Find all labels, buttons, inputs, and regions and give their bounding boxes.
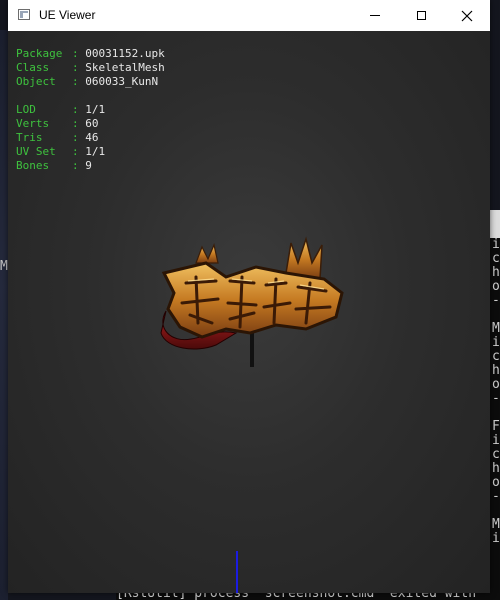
info-tris: Tris: 46 xyxy=(16,131,99,144)
console-line: h xyxy=(492,265,500,280)
console-line: i xyxy=(492,335,500,350)
maximize-icon xyxy=(416,11,426,20)
console-scrollbar[interactable] xyxy=(490,210,500,238)
console-line: o xyxy=(492,377,500,392)
console-line: i xyxy=(492,531,500,546)
console-line: i xyxy=(492,433,500,448)
console-line: c xyxy=(492,251,500,266)
desktop-background xyxy=(0,30,8,600)
title-bar[interactable]: UE Viewer xyxy=(8,0,490,31)
console-line: o xyxy=(492,475,500,490)
minimize-button[interactable] xyxy=(352,0,398,31)
info-lod: LOD: 1/1 xyxy=(16,103,106,116)
window-title: UE Viewer xyxy=(39,8,96,22)
console-line: - xyxy=(492,489,500,504)
mesh-info-overlay: Package: 00031152.upk Class: SkeletalMes… xyxy=(16,47,165,173)
console-line: - xyxy=(492,293,500,308)
desktop-text-fragment: M xyxy=(0,259,8,274)
minimize-icon xyxy=(370,15,380,16)
info-verts: Verts: 60 xyxy=(16,117,99,130)
info-class: Class: SkeletalMesh xyxy=(16,61,165,74)
axis-indicator xyxy=(236,551,238,593)
console-line: i xyxy=(492,237,500,252)
ue-viewer-window: UE Viewer Package: 00031152.upk Class: S… xyxy=(8,0,490,593)
console-line: M xyxy=(492,517,500,532)
console-line: - xyxy=(492,391,500,406)
skeletal-mesh-model xyxy=(160,236,344,367)
info-uvset: UV Set: 1/1 xyxy=(16,145,106,158)
app-window-icon xyxy=(18,9,30,20)
maximize-button[interactable] xyxy=(398,0,444,31)
console-line: h xyxy=(492,461,500,476)
console-line: M xyxy=(492,321,500,336)
console-line: c xyxy=(492,447,500,462)
console-window-strip: i c h o - M i c h o - F i c h o - M i xyxy=(490,210,500,600)
3d-viewport[interactable]: Package: 00031152.upk Class: SkeletalMes… xyxy=(8,31,490,593)
info-object: Object: 060033_KunN xyxy=(16,75,159,88)
info-package: Package: 00031152.upk xyxy=(16,47,165,60)
console-line: h xyxy=(492,363,500,378)
console-line: c xyxy=(492,349,500,364)
close-button[interactable] xyxy=(444,0,490,31)
close-icon xyxy=(461,10,473,21)
console-line: F xyxy=(492,419,500,434)
info-bones: Bones: 9 xyxy=(16,159,92,172)
console-line: o xyxy=(492,279,500,294)
